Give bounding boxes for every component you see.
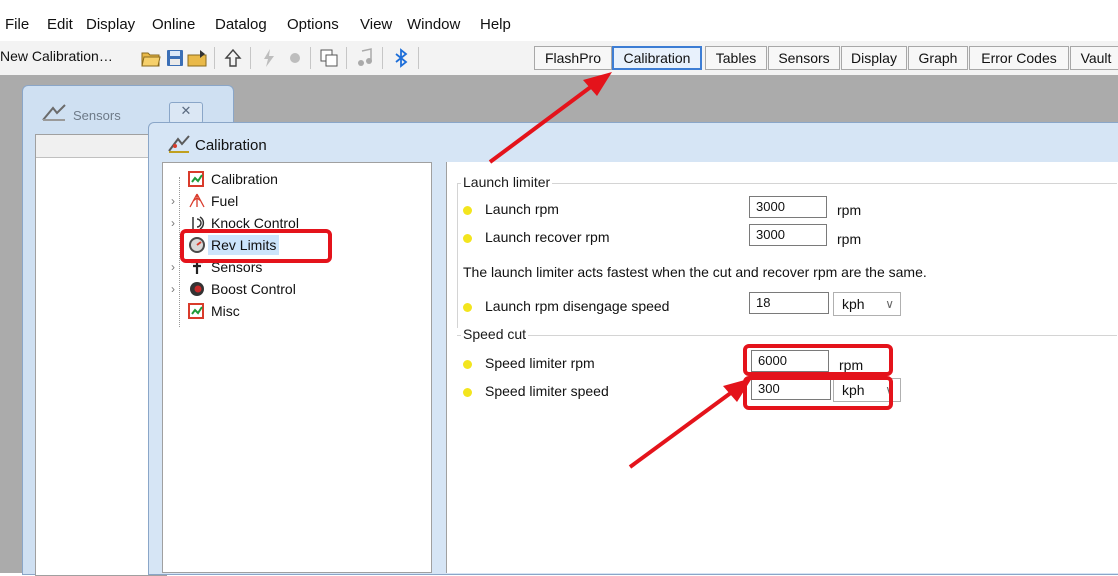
- arrow-head-calibration: [583, 72, 612, 96]
- arrow-head-speed: [723, 378, 752, 402]
- arrow-to-speed-fields: [628, 390, 734, 469]
- arrow-to-calibration-tab: [488, 84, 594, 164]
- annotation-arrows: [488, 72, 752, 469]
